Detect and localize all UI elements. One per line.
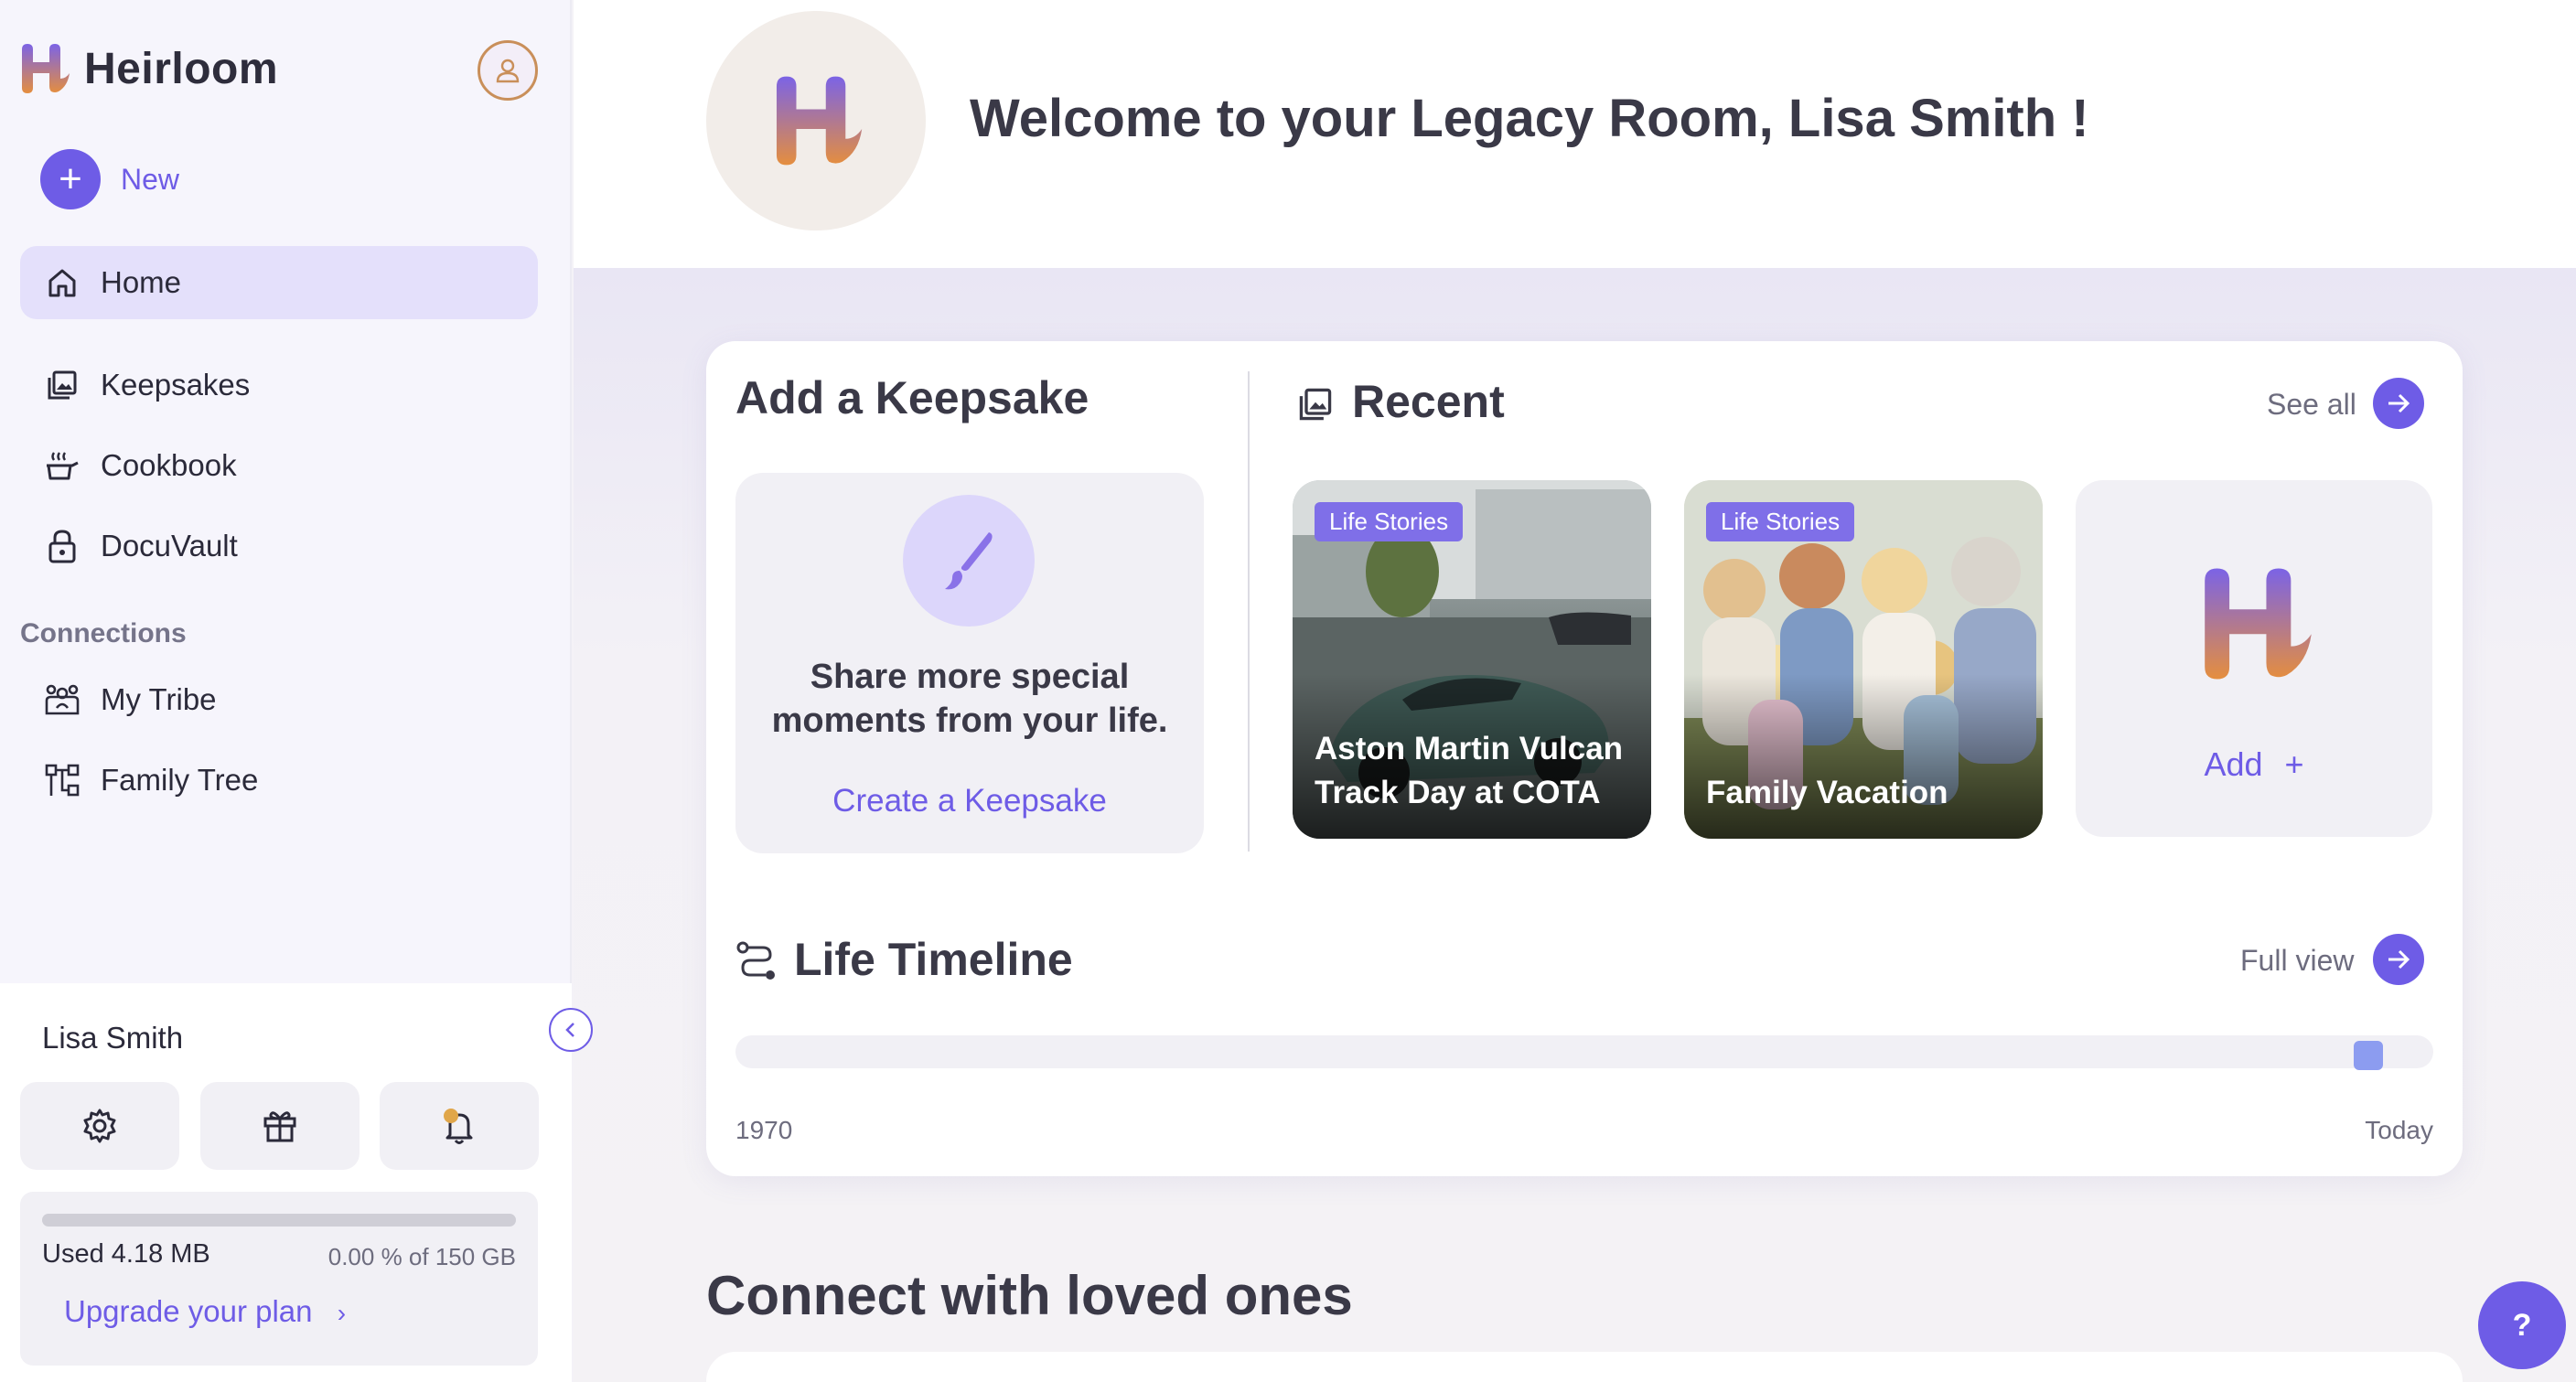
timeline-route-icon: [736, 941, 775, 980]
storage-card: Used 4.18 MB 0.00 % of 150 GB Upgrade yo…: [20, 1192, 538, 1366]
page-title: Welcome to your Legacy Room, Lisa Smith …: [970, 89, 2089, 148]
cooking-pot-icon: [44, 447, 80, 484]
sidebar-item-docuvault[interactable]: DocuVault: [20, 509, 538, 583]
category-tag: Life Stories: [1315, 502, 1464, 541]
connections-heading: Connections: [20, 618, 187, 648]
timeline-marker[interactable]: [2354, 1041, 2383, 1070]
notifications-button[interactable]: [380, 1082, 539, 1170]
add-label-text: Add: [2204, 745, 2263, 783]
heirloom-logo-icon: [22, 44, 70, 93]
gift-icon: [263, 1111, 296, 1142]
new-button[interactable]: + New: [40, 149, 179, 209]
add-recent-tile[interactable]: Add +: [2076, 480, 2432, 837]
app-name: Heirloom: [84, 44, 279, 93]
add-label: Add +: [2076, 745, 2432, 784]
help-button[interactable]: ?: [2478, 1281, 2566, 1369]
recent-item-title: Aston Martin Vulcan Track Day at COTA: [1315, 731, 1624, 810]
connect-card: [706, 1352, 2463, 1382]
chevron-left-icon: [565, 1023, 574, 1037]
sidebar: Heirloom + New Home Keepsakes Cookbook D…: [0, 0, 572, 1382]
storage-progress-bar: [42, 1214, 516, 1227]
storage-used: Used 4.18 MB: [42, 1239, 210, 1269]
hero-logo: [706, 11, 926, 230]
new-button-label: New: [121, 162, 180, 196]
image-stack-icon: [44, 367, 80, 403]
sidebar-item-label: Keepsakes: [101, 368, 251, 402]
notification-bell-icon: [444, 1109, 473, 1144]
sidebar-item-label: Cookbook: [101, 448, 237, 482]
sidebar-item-cookbook[interactable]: Cookbook: [20, 429, 538, 502]
connect-title: Connect with loved ones: [706, 1265, 1353, 1326]
life-timeline-title: Life Timeline: [794, 934, 1073, 985]
timeline-start-label: 1970: [735, 1116, 793, 1144]
group-icon: [44, 681, 80, 718]
plus-icon: +: [40, 149, 101, 209]
arrow-right-icon: [2388, 393, 2410, 413]
sidebar-item-label: DocuVault: [101, 529, 238, 562]
paintbrush-icon: [945, 532, 993, 590]
gift-button[interactable]: [200, 1082, 360, 1170]
sidebar-item-family-tree[interactable]: Family Tree: [20, 744, 538, 817]
arrow-right-icon: [2388, 949, 2410, 970]
home-icon: [44, 264, 80, 301]
plus-icon: +: [2284, 745, 2304, 783]
full-view-link[interactable]: Full view: [2240, 944, 2354, 978]
sidebar-item-label: My Tribe: [101, 682, 217, 716]
recent-item-family[interactable]: Life Stories Family Vacation: [1684, 480, 2043, 839]
section-divider: [1248, 371, 1250, 852]
timeline-end-label: Today: [2365, 1116, 2433, 1144]
chevron-right-icon: ›: [337, 1299, 347, 1327]
brush-icon-badge: [903, 495, 1035, 627]
create-keepsake-link[interactable]: Create a Keepsake: [735, 783, 1204, 820]
recent-title: Recent: [1352, 376, 1505, 427]
user-avatar[interactable]: [478, 40, 538, 101]
recent-item-title: Family Vacation: [1706, 775, 1948, 810]
recent-item-car[interactable]: Life Stories Aston Martin Vulcan Track D…: [1293, 480, 1651, 839]
see-all-link[interactable]: See all: [2267, 388, 2356, 422]
category-tag: Life Stories: [1706, 502, 1855, 541]
settings-button[interactable]: [20, 1082, 179, 1170]
heirloom-logo-icon: [2205, 568, 2312, 680]
upgrade-plan-label: Upgrade your plan: [64, 1294, 313, 1328]
add-keepsake-title: Add a Keepsake: [735, 372, 1089, 423]
sidebar-item-keepsakes[interactable]: Keepsakes: [20, 348, 538, 422]
sidebar-item-label: Family Tree: [101, 763, 259, 797]
brand[interactable]: Heirloom: [18, 42, 278, 95]
collapse-sidebar-button[interactable]: [549, 1008, 593, 1052]
full-view-button[interactable]: [2373, 934, 2424, 985]
storage-percent: 0.00 % of 150 GB: [327, 1243, 516, 1270]
settings-icon: [83, 1109, 116, 1143]
share-prompt: Share more special moments from your lif…: [771, 658, 1168, 740]
heirloom-logo-icon: [776, 76, 863, 166]
lock-icon: [44, 528, 80, 564]
image-stack-icon: [1299, 388, 1332, 421]
sidebar-item-label: Home: [101, 265, 182, 299]
sidebar-item-home[interactable]: Home: [20, 246, 538, 319]
sidebar-item-my-tribe[interactable]: My Tribe: [20, 663, 538, 736]
family-tree-icon: [44, 762, 80, 798]
timeline-track[interactable]: [735, 1035, 2433, 1070]
user-icon: [496, 59, 520, 83]
user-name: Lisa Smith: [42, 1021, 184, 1055]
upgrade-plan-link[interactable]: Upgrade your plan ›: [64, 1294, 346, 1329]
see-all-button[interactable]: [2373, 378, 2424, 429]
